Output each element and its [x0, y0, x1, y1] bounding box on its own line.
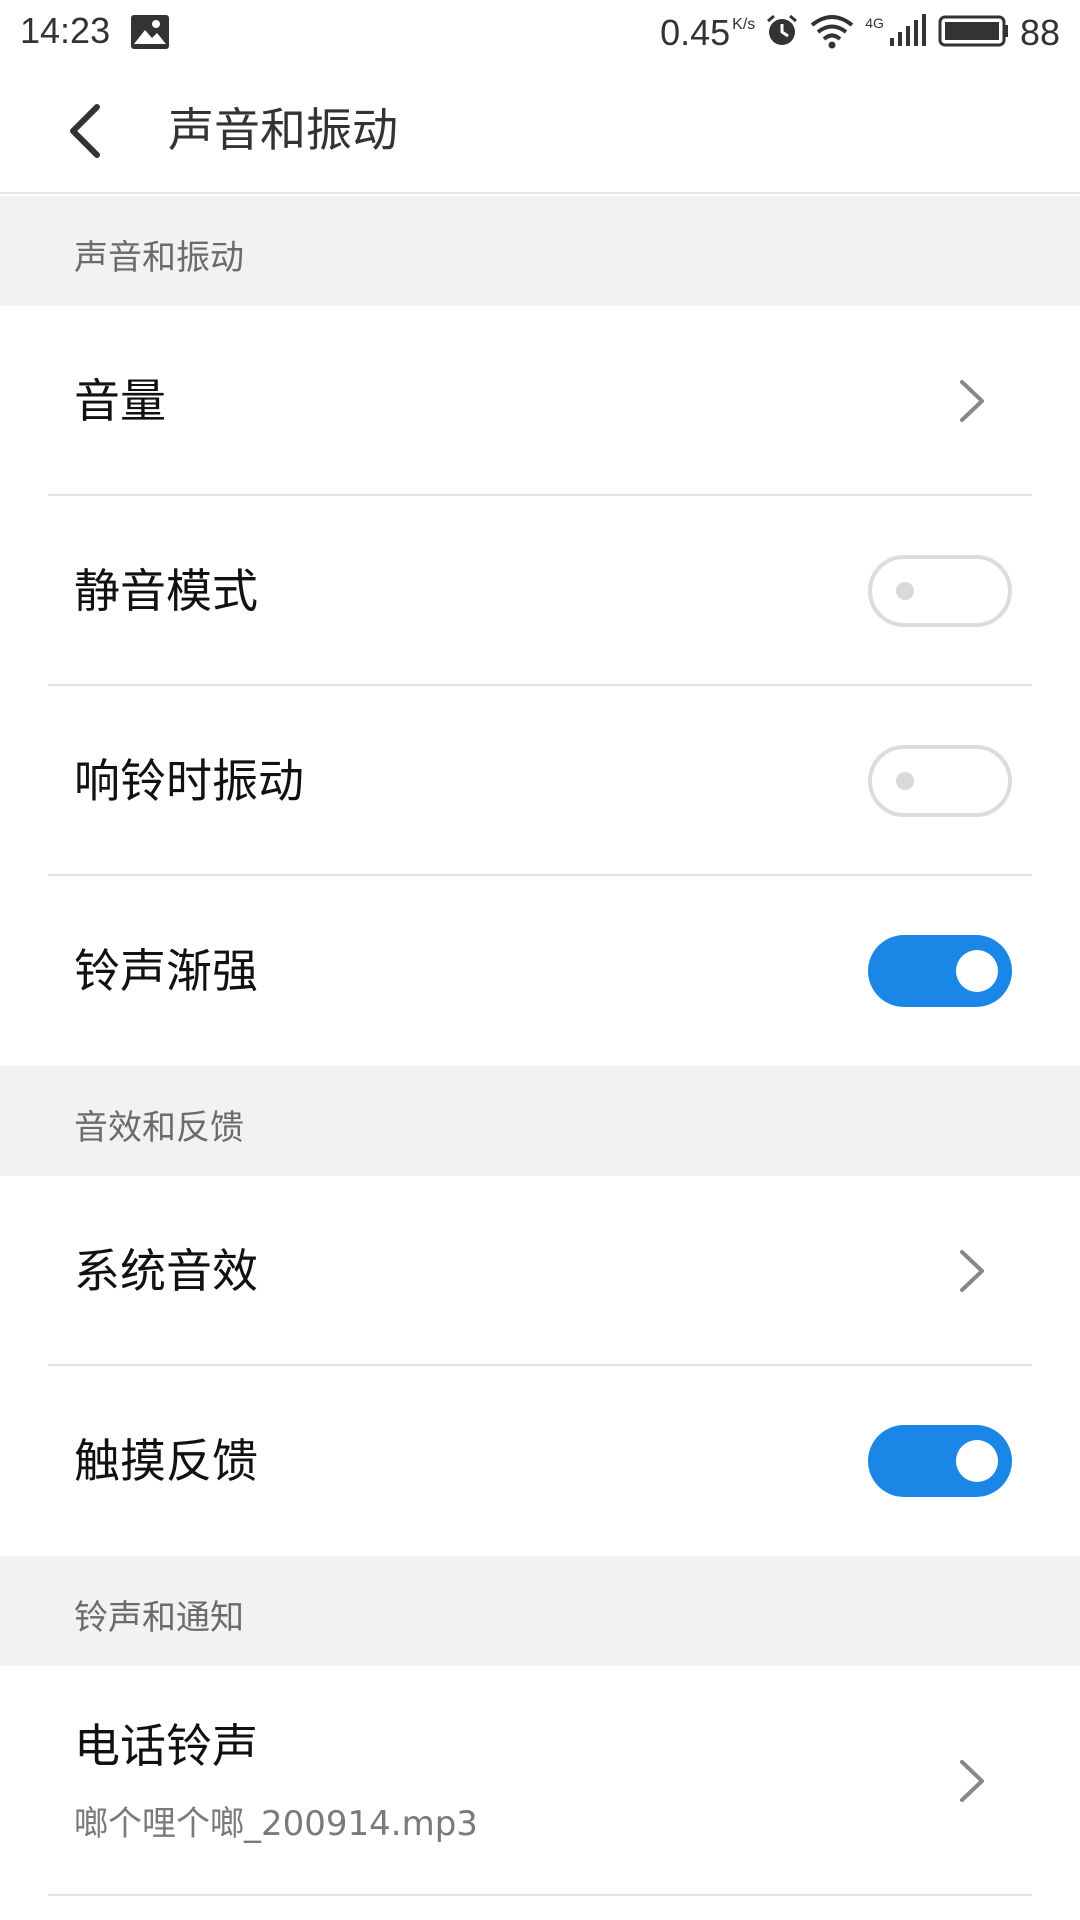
- toggle-knob: [896, 582, 914, 600]
- setting-label: 响铃时振动: [74, 754, 304, 808]
- toggle-knob: [896, 772, 914, 790]
- setting-label: 电话铃声: [74, 1719, 258, 1773]
- page-title: 声音和振动: [168, 103, 398, 157]
- chevron-right-icon: [960, 380, 984, 422]
- chevron-right-icon: [960, 1760, 984, 1802]
- setting-label: 触摸反馈: [74, 1434, 258, 1488]
- wifi-icon: [809, 13, 855, 54]
- setting-row-silent-mode[interactable]: 静音模式: [0, 496, 1080, 686]
- setting-label: 系统音效: [74, 1244, 258, 1298]
- toggle-knob: [956, 1440, 998, 1482]
- section-header-sound-effects-feedback: 音效和反馈: [0, 1066, 1080, 1176]
- back-arrow-icon: [70, 104, 100, 158]
- network-speed: 0.45 K/s: [660, 10, 755, 56]
- setting-label: 静音模式: [74, 564, 258, 618]
- section-header-label: 声音和振动: [74, 238, 244, 278]
- section-header-sound-vibration: 声音和振动: [0, 196, 1080, 306]
- status-bar: 14:23 0.45 K/s 4G 88: [0, 0, 1080, 66]
- setting-row-ringtone-fade-in[interactable]: 铃声渐强: [0, 876, 1080, 1066]
- setting-row-phone-ringtone[interactable]: 电话铃声 啷个哩个啷_200914.mp3: [0, 1666, 1080, 1896]
- touch-feedback-toggle[interactable]: [868, 1425, 1012, 1497]
- vibrate-on-ring-toggle[interactable]: [868, 745, 1012, 817]
- ringtone-fade-in-toggle[interactable]: [868, 935, 1012, 1007]
- status-right: 0.45 K/s 4G 88: [660, 10, 1060, 56]
- chevron-right-icon: [960, 1250, 984, 1292]
- image-notification-icon: [130, 14, 170, 50]
- section-header-label: 音效和反馈: [74, 1108, 244, 1148]
- cell-signal-icon: [888, 13, 928, 53]
- setting-row-touch-feedback[interactable]: 触摸反馈: [0, 1366, 1080, 1556]
- section-header-ringtone-notifications: 铃声和通知: [0, 1556, 1080, 1666]
- setting-sublabel: 啷个哩个啷_200914.mp3: [74, 1804, 478, 1844]
- status-time: 14:23: [20, 10, 111, 51]
- network-speed-value: 0.45: [660, 12, 731, 53]
- setting-row-vibrate-on-ring[interactable]: 响铃时振动: [0, 686, 1080, 876]
- battery-icon: [938, 15, 1010, 52]
- network-type: 4G: [865, 15, 884, 31]
- divider: [48, 1894, 1032, 1896]
- setting-row-system-sound-effects[interactable]: 系统音效: [0, 1176, 1080, 1366]
- setting-label: 铃声渐强: [74, 944, 258, 998]
- app-bar: 声音和振动: [0, 66, 1080, 194]
- section-header-label: 铃声和通知: [74, 1598, 244, 1638]
- network-speed-unit: K/s: [732, 16, 756, 33]
- alarm-icon: [765, 14, 799, 53]
- setting-row-volume[interactable]: 音量: [0, 306, 1080, 496]
- battery-level: 88: [1019, 12, 1060, 53]
- toggle-knob: [956, 950, 998, 992]
- back-button[interactable]: [50, 96, 120, 166]
- setting-label: 音量: [74, 374, 166, 428]
- settings-list: 声音和振动 音量 静音模式 响铃时振动 铃声渐强 音效和反馈 系统音效 触摸反馈…: [0, 196, 1080, 1896]
- silent-mode-toggle[interactable]: [868, 555, 1012, 627]
